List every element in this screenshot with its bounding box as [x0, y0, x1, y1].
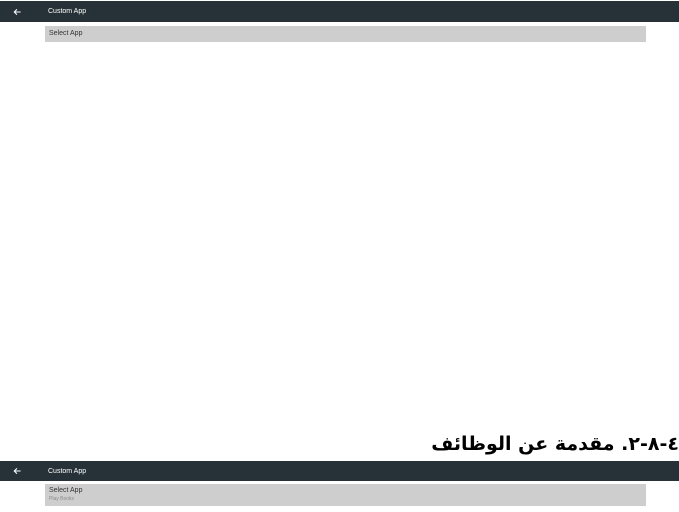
select-app-label: Select App	[49, 30, 83, 37]
back-button[interactable]	[9, 461, 25, 481]
app-bar-title: Custom App	[48, 467, 87, 475]
arrow-left-icon	[13, 468, 21, 474]
select-app-row[interactable]: Select App	[45, 26, 646, 42]
back-button[interactable]	[9, 1, 25, 22]
select-app-label: Select App	[49, 487, 83, 494]
section-heading: ٤-٨-٢. مقدمة عن الوظائف	[431, 433, 679, 455]
app-bar-title: Custom App	[48, 8, 87, 15]
app-bar: Custom App	[0, 461, 679, 481]
app-bar: Custom App	[0, 1, 679, 22]
select-app-row[interactable]: Select App Play Books	[45, 484, 646, 506]
selected-app-value: Play Books	[49, 496, 75, 502]
page: Custom App Select App ٤-٨-٢. مقدمة عن ال…	[0, 0, 679, 512]
arrow-left-icon	[13, 8, 21, 15]
